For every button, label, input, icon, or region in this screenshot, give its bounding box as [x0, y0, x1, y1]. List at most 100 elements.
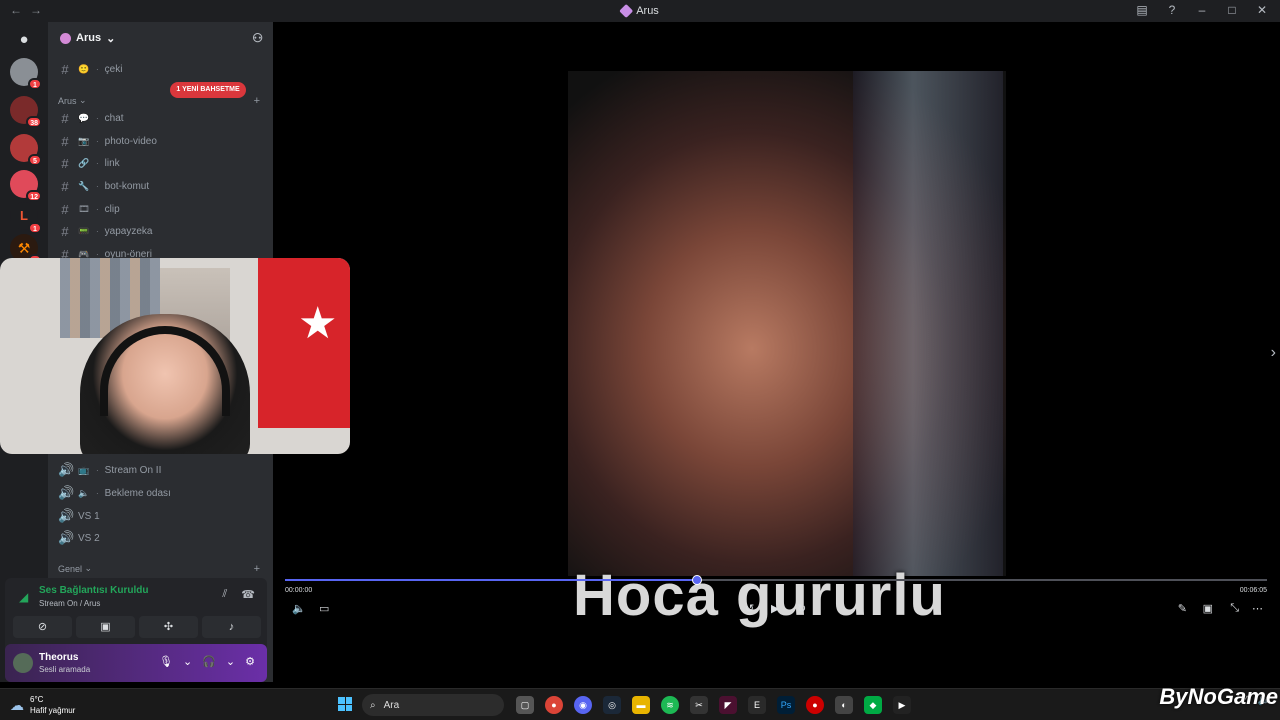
rewind-10-icon[interactable]: ↺	[745, 602, 754, 615]
capcut-icon[interactable]: ✂	[690, 696, 708, 714]
watermark-logo: ByNoGame	[1159, 684, 1278, 709]
add-channel-icon[interactable]: +	[254, 563, 260, 575]
category-arus[interactable]: Arus ⌄ +	[58, 95, 268, 107]
window-title: Arus	[619, 3, 659, 19]
edit-pencil-icon[interactable]: ✎	[1178, 602, 1187, 615]
current-time: 00:00:00	[285, 587, 313, 594]
app-red-icon[interactable]: ●	[806, 696, 824, 714]
chevron-down-icon[interactable]: ⌄	[226, 655, 235, 668]
server-icon-2[interactable]: 38	[10, 96, 42, 128]
voice-channel-bekleme-odasi[interactable]: 🔊 🔈 · Bekleme odası	[58, 483, 268, 503]
cloud-icon: ☁	[10, 696, 24, 713]
channel-link[interactable]: # 🔗 · link	[58, 153, 268, 173]
speech-bubble-icon: 💬	[78, 112, 90, 123]
voice-status[interactable]: Ses Bağlantısı Kuruldu	[39, 585, 148, 596]
back-icon[interactable]: ←	[10, 3, 30, 17]
separator-dot: ·	[96, 136, 99, 146]
category-genel[interactable]: Genel ⌄ +	[58, 563, 268, 575]
captions-icon[interactable]: ▭	[319, 602, 329, 615]
progress-bar[interactable]	[285, 575, 1267, 585]
link-icon: 🔗	[78, 157, 90, 168]
channel-photo-video[interactable]: # 📷 · photo-video	[58, 131, 268, 151]
channel-label: photo-video	[104, 135, 157, 147]
server-badge: 1	[28, 222, 42, 234]
steam-icon[interactable]: ◎	[603, 696, 621, 714]
avatar[interactable]	[13, 653, 33, 673]
camera-off-button[interactable]: ⊘	[13, 616, 72, 638]
start-button[interactable]	[338, 697, 352, 711]
channel-label: clip	[104, 203, 120, 215]
username[interactable]: Theorus	[39, 652, 78, 663]
soundboard-button[interactable]: ♪	[202, 616, 261, 638]
invite-people-icon[interactable]: ⚇	[252, 31, 263, 45]
nav-arrows[interactable]: ←→	[10, 3, 50, 17]
guild-header[interactable]: Arus ⌄ ⚇	[48, 22, 273, 54]
star-icon: ★	[298, 299, 338, 348]
forward-icon[interactable]: →	[30, 3, 50, 17]
server-icon-4[interactable]: 12	[10, 170, 42, 202]
weather-widget[interactable]: ☁ 6°C Hafif yağmur	[10, 694, 75, 716]
app-icon[interactable]: ◤	[719, 696, 737, 714]
server-icon-1[interactable]: 1	[10, 58, 42, 90]
chevron-down-icon[interactable]: ⌄	[183, 655, 192, 668]
volume-icon[interactable]: 🔈	[292, 602, 306, 615]
voice-channel-stream-on-ii[interactable]: 🔊 📺 · Stream On II	[58, 460, 268, 480]
app-grey-icon[interactable]: ◐	[835, 696, 853, 714]
exit-fullscreen-icon[interactable]: ⤡	[1230, 602, 1239, 615]
folder-icon[interactable]: ▬	[632, 696, 650, 714]
chevron-right-icon[interactable]: ›	[1271, 344, 1276, 362]
category-label: Genel	[58, 563, 83, 574]
more-options-icon[interactable]: ⋯	[1252, 602, 1263, 615]
separator-dot: ·	[96, 465, 99, 475]
separator-dot: ·	[96, 226, 99, 236]
media-player-icon[interactable]: ▶	[893, 696, 911, 714]
discord-icon[interactable]: ◉	[574, 696, 592, 714]
add-channel-icon[interactable]: +	[254, 95, 260, 107]
close-button[interactable]: ✕	[1254, 3, 1270, 17]
picture-in-picture-icon[interactable]: ▣	[1203, 602, 1213, 615]
channel-label: chat	[104, 112, 124, 124]
help-icon[interactable]: ?	[1164, 3, 1180, 17]
headphones-icon[interactable]: 🎧	[202, 655, 216, 668]
signal-icon: ◢	[19, 590, 29, 604]
webcam-overlay: ★	[0, 258, 350, 454]
video-frame[interactable]	[568, 71, 1006, 576]
screen-share-button[interactable]: ▣	[76, 616, 135, 638]
activities-button[interactable]: ✣	[139, 616, 198, 638]
epic-games-icon[interactable]: E	[748, 696, 766, 714]
server-icon-5[interactable]: L1	[10, 202, 42, 234]
server-icon-3[interactable]: 5	[10, 134, 42, 166]
task-view-icon[interactable]: ▢	[516, 696, 534, 714]
play-icon[interactable]: ▶	[771, 602, 779, 615]
server-logo-icon	[619, 3, 634, 19]
disconnect-icon[interactable]: ☎	[241, 588, 255, 601]
maximize-button[interactable]: □	[1224, 3, 1240, 17]
channel-ceki[interactable]: # 🙂 · çeki	[58, 59, 268, 79]
channel-bot-komut[interactable]: # 🔧 · bot-komut	[58, 176, 268, 196]
hash-icon: #	[61, 155, 69, 171]
photoshop-icon[interactable]: Ps	[777, 696, 795, 714]
chrome-icon[interactable]: ●	[545, 696, 563, 714]
spotify-icon[interactable]: ≋	[661, 696, 679, 714]
discord-home-icon[interactable]: ●	[10, 26, 38, 54]
voice-location[interactable]: Stream On / Arus	[39, 599, 100, 608]
minimize-button[interactable]: –	[1194, 3, 1210, 17]
title-bar: ←→ Arus ▤ ? – □ ✕	[0, 0, 1280, 22]
app-green-icon[interactable]: ◆	[864, 696, 882, 714]
channel-clip[interactable]: # 🎞 · clip	[58, 199, 268, 219]
microphone-icon[interactable]: 🎙	[159, 655, 173, 668]
server-badge: 5	[28, 154, 42, 166]
settings-gear-icon[interactable]: ⚙	[245, 655, 255, 668]
search-placeholder: Ara	[383, 699, 400, 711]
channel-yapayzeka[interactable]: # 📟 · yapayzeka	[58, 221, 268, 241]
forward-30-icon[interactable]: ↻	[797, 602, 806, 615]
channel-label: Stream On II	[104, 464, 162, 476]
inbox-icon[interactable]: ▤	[1134, 3, 1150, 17]
taskbar-search[interactable]: ⌕ Ara	[362, 694, 504, 716]
server-badge: 12	[26, 190, 42, 202]
channel-chat[interactable]: # 💬 · chat	[58, 108, 268, 128]
weather-text: Hafif yağmur	[30, 706, 76, 715]
voice-channel-vs1[interactable]: 🔊 VS 1	[58, 506, 268, 526]
noise-suppression-icon[interactable]: ⫽	[222, 588, 227, 601]
voice-channel-vs2[interactable]: 🔊 VS 2	[58, 528, 268, 548]
